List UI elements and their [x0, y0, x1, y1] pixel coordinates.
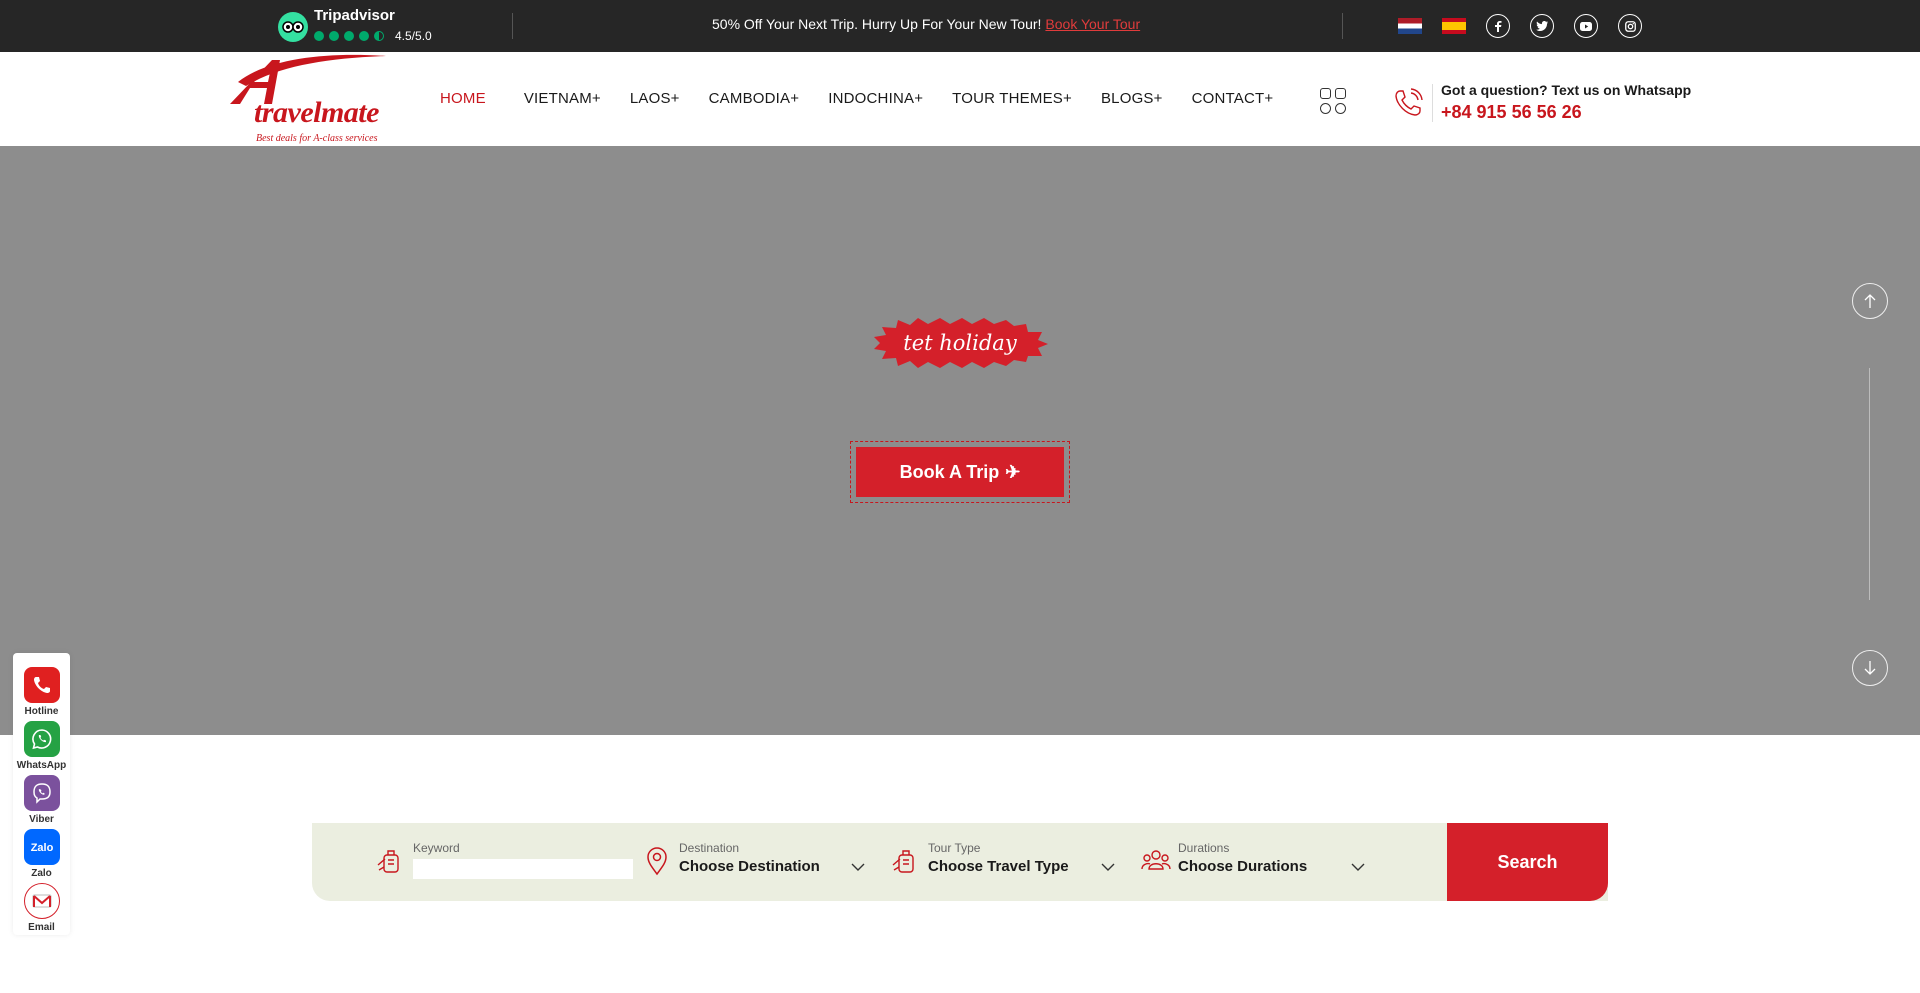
scroll-down-button[interactable] — [1852, 650, 1888, 686]
promo-banner: 50% Off Your Next Trip. Hurry Up For You… — [712, 16, 1140, 32]
chevron-down-icon[interactable] — [850, 859, 866, 875]
divider — [512, 13, 513, 39]
badge-text: tet holiday — [903, 331, 1017, 355]
top-bar: Tripadvisor 4.5/5.0 50% Off Your Next Tr… — [0, 0, 1920, 52]
destination-select[interactable]: Choose Destination — [679, 858, 820, 875]
nav-tour-themes[interactable]: TOUR THEMES+ — [952, 90, 1072, 107]
destination-label: Destination — [679, 841, 740, 855]
grid-cell — [1320, 103, 1331, 114]
floating-contact-panel: Hotline WhatsApp Viber Zalo Zalo Email — [13, 653, 70, 935]
nav-contact[interactable]: CONTACT+ — [1192, 90, 1274, 107]
contact-email[interactable]: Email — [13, 883, 70, 933]
tour-type-select[interactable]: Choose Travel Type — [928, 858, 1069, 875]
flag-netherlands[interactable] — [1398, 18, 1422, 34]
zalo-icon: Zalo — [23, 829, 60, 865]
nav-vietnam[interactable]: VIETNAM+ — [524, 90, 601, 107]
book-a-trip-button[interactable]: Book A Trip ✈ — [856, 447, 1064, 497]
svg-text:Zalo: Zalo — [30, 842, 53, 854]
phone-call-icon — [1395, 87, 1423, 116]
divider — [1432, 83, 1433, 122]
site-logo[interactable]: travelmate Best deals for A-class servic… — [228, 52, 388, 146]
viber-icon — [23, 775, 60, 811]
instagram-icon[interactable] — [1618, 14, 1642, 38]
grid-cell — [1320, 88, 1331, 99]
book-trip-frame: Book A Trip ✈ — [850, 441, 1070, 503]
grid-cell — [1335, 103, 1346, 114]
page: Tripadvisor 4.5/5.0 50% Off Your Next Tr… — [0, 0, 1920, 993]
nav-laos[interactable]: LAOS+ — [630, 90, 680, 107]
rating-dot-full — [329, 31, 339, 41]
rating-score: 4.5/5.0 — [395, 29, 432, 43]
contact-label: Viber — [29, 814, 54, 825]
nav-home[interactable]: HOME — [440, 90, 486, 107]
rating-dots: 4.5/5.0 — [314, 29, 432, 43]
tour-search-bar: Keyword Destination Choose Destination T… — [312, 823, 1608, 901]
scroll-up-button[interactable] — [1852, 283, 1888, 319]
youtube-icon[interactable] — [1574, 14, 1598, 38]
phone-icon — [23, 667, 60, 703]
social-links — [1486, 14, 1662, 38]
hero-banner: tet holiday Book A Trip ✈ — [0, 146, 1920, 735]
whatsapp-icon — [23, 721, 60, 757]
arrow-up-icon — [1864, 294, 1876, 308]
keyword-field: Keyword — [375, 841, 633, 879]
search-button[interactable]: Search — [1447, 823, 1608, 901]
luggage-icon — [892, 850, 914, 873]
luggage-icon — [377, 850, 399, 873]
logo-tagline: Best deals for A-class services — [256, 133, 378, 144]
contact-question: Got a question? Text us on Whatsapp — [1441, 82, 1692, 98]
arrow-down-icon — [1864, 661, 1876, 675]
menu-grid-icon[interactable] — [1320, 88, 1346, 114]
chevron-down-icon[interactable] — [1350, 859, 1366, 875]
grid-cell — [1335, 88, 1346, 99]
twitter-icon[interactable] — [1530, 14, 1554, 38]
tour-type-label: Tour Type — [928, 841, 981, 855]
scroll-track — [1869, 368, 1870, 600]
contact-viber[interactable]: Viber — [13, 775, 70, 825]
rating-dot-full — [344, 31, 354, 41]
rating-dot-half — [374, 31, 384, 41]
facebook-icon[interactable] — [1486, 14, 1510, 38]
logo-wordmark: travelmate — [254, 96, 379, 129]
contact-zalo[interactable]: Zalo Zalo — [13, 829, 70, 879]
contact-whatsapp[interactable]: WhatsApp — [13, 721, 70, 771]
contact-phone[interactable]: +84 915 56 56 26 — [1441, 102, 1691, 123]
book-a-trip-label: Book A Trip — [899, 461, 1000, 482]
tripadvisor-name: Tripadvisor — [314, 7, 395, 24]
main-header: travelmate Best deals for A-class servic… — [0, 52, 1920, 146]
book-your-tour-link[interactable]: Book Your Tour — [1045, 16, 1140, 32]
tripadvisor-owl-icon — [278, 12, 308, 42]
promo-text: 50% Off Your Next Trip. Hurry Up For You… — [712, 16, 1042, 32]
main-nav: HOME VIETNAM+ LAOS+ CAMBODIA+ INDOCHINA+… — [440, 90, 1302, 107]
location-pin-icon — [647, 847, 667, 876]
header-contact[interactable]: Got a question? Text us on Whatsapp +84 … — [1392, 82, 1691, 123]
contact-label: Hotline — [24, 706, 59, 717]
contact-label: Zalo — [31, 868, 52, 879]
destination-field[interactable]: Destination Choose Destination — [641, 841, 820, 877]
durations-label: Durations — [1178, 841, 1230, 855]
flag-spain[interactable] — [1442, 18, 1466, 34]
email-icon — [23, 883, 60, 919]
durations-field[interactable]: Durations Choose Durations — [1140, 841, 1307, 877]
keyword-input[interactable] — [413, 859, 633, 879]
contact-hotline[interactable]: Hotline — [13, 667, 70, 717]
contact-label: Email — [28, 922, 55, 933]
contact-label: WhatsApp — [16, 760, 67, 771]
keyword-label: Keyword — [413, 841, 460, 855]
nav-indochina[interactable]: INDOCHINA+ — [828, 90, 923, 107]
rating-dot-full — [359, 31, 369, 41]
airplane-icon: ✈ — [1005, 461, 1021, 482]
tet-holiday-badge: tet holiday — [872, 316, 1048, 370]
tripadvisor-rating[interactable]: Tripadvisor 4.5/5.0 — [278, 8, 432, 43]
nav-blogs[interactable]: BLOGS+ — [1101, 90, 1163, 107]
durations-select[interactable]: Choose Durations — [1178, 858, 1307, 875]
divider — [1342, 13, 1343, 39]
language-flags — [1398, 18, 1486, 34]
group-people-icon — [1141, 850, 1171, 870]
tour-type-field[interactable]: Tour Type Choose Travel Type — [890, 841, 1069, 877]
rating-dot-full — [314, 31, 324, 41]
chevron-down-icon[interactable] — [1100, 859, 1116, 875]
nav-cambodia[interactable]: CAMBODIA+ — [709, 90, 800, 107]
